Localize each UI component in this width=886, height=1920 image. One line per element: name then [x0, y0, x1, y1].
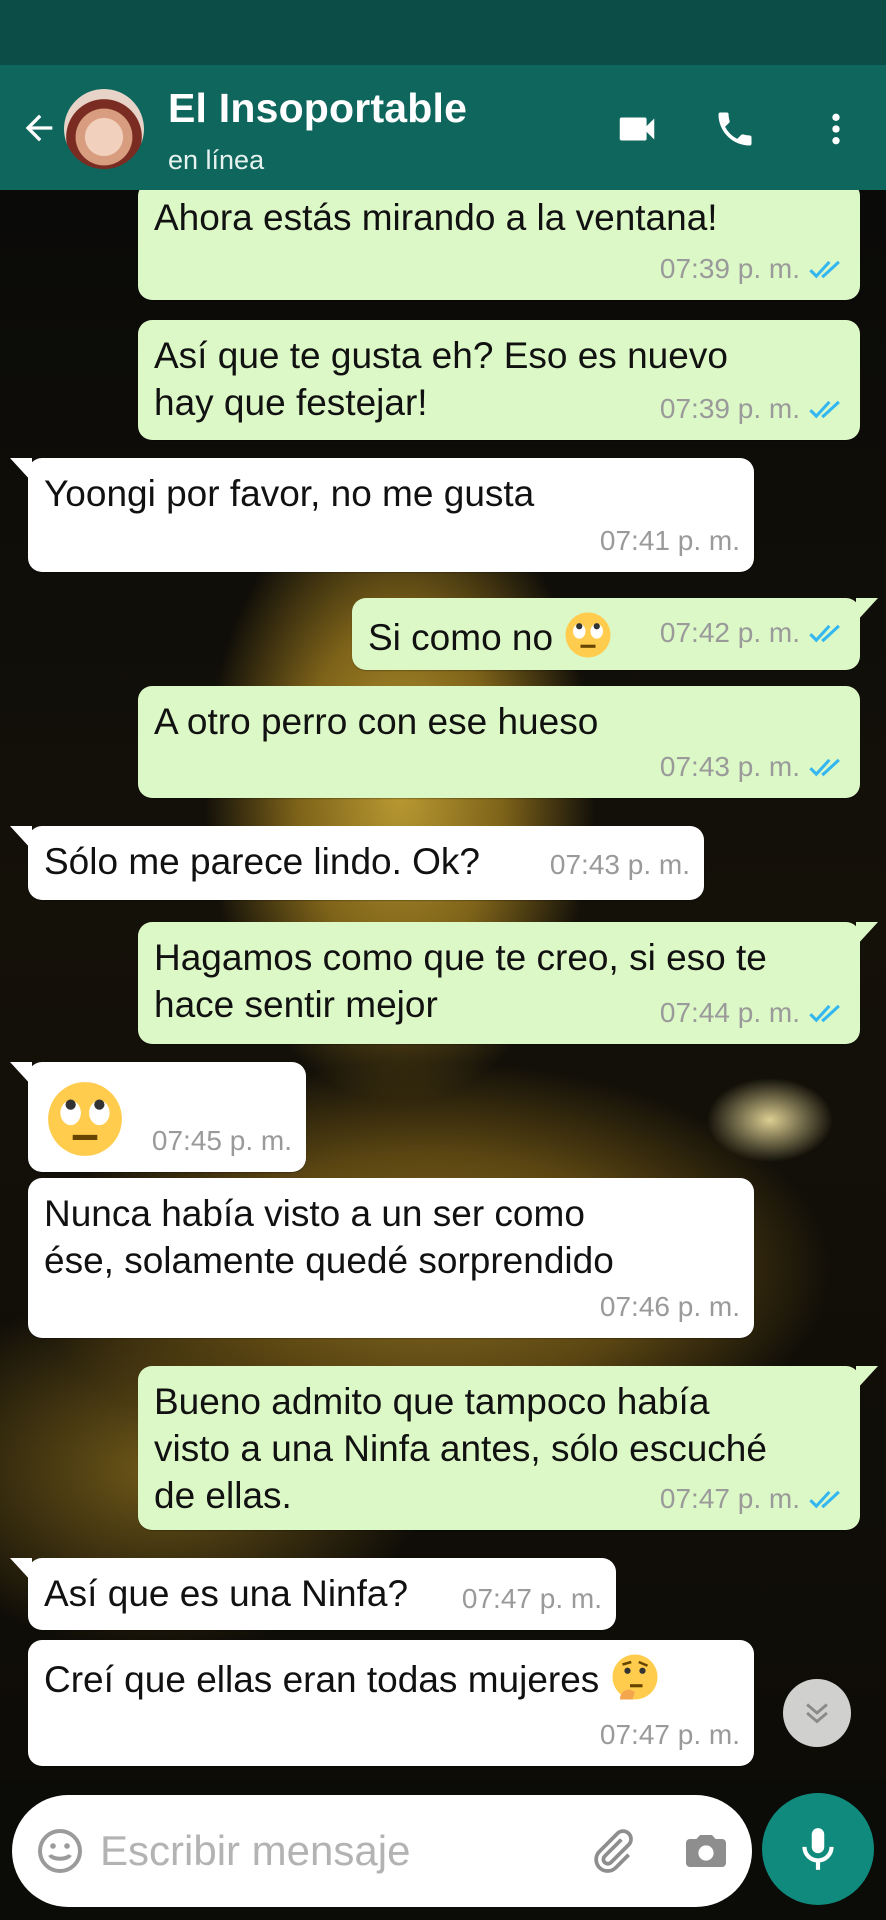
message-time: 07:39 p. m. [659, 253, 800, 284]
message-time: 07:39 p. m. [659, 393, 800, 424]
message-meta: 07:47 p. m. [660, 1475, 846, 1522]
message-time: 07:46 p. m. [599, 1291, 740, 1322]
message-bubble[interactable]: Si como no 07:42 p. m. [352, 598, 878, 670]
message-text-content: Creí que ellas eran todas mujeres [44, 1659, 600, 1700]
chat-wallpaper: Ahora estás mirando a la ventana! 07:39 … [0, 190, 886, 1780]
read-ticks-icon [809, 260, 840, 278]
message-bubble[interactable]: Sólo me parece lindo. Ok? 07:43 p. m. [10, 826, 704, 900]
thinking-emoji-icon [612, 1654, 658, 1700]
rolling-eyes-emoji-icon [48, 1082, 122, 1156]
message-bubble[interactable]: Creí que ellas eran todas mujeres 07:47 … [28, 1640, 754, 1766]
arrow-left-icon [25, 114, 53, 142]
read-ticks-icon [809, 400, 840, 418]
double-chevron-down-icon [806, 1703, 828, 1724]
message-meta: 07:43 p. m. [550, 841, 690, 888]
message-meta: 07:47 p. m. [462, 1575, 602, 1622]
voice-call-button[interactable] [705, 103, 765, 155]
chat-header: El Insoportable en línea [0, 65, 886, 190]
message-text: A otro perro con ese hueso [154, 701, 599, 742]
message-meta: 07:43 p. m. [660, 743, 846, 790]
menu-button[interactable] [806, 103, 866, 155]
message-meta: 07:41 p. m. [600, 517, 740, 564]
message-time: 07:47 p. m. [659, 1483, 800, 1514]
video-camera-icon [619, 117, 655, 141]
message-meta: 07:39 p. m. [660, 385, 846, 432]
scroll-to-bottom-button[interactable] [783, 1679, 851, 1747]
message-text: Nunca había visto a un ser como ése, sol… [44, 1193, 614, 1281]
message-meta: 07:47 p. m. [600, 1711, 740, 1758]
status-bar [0, 0, 886, 65]
read-ticks-icon [809, 624, 840, 642]
message-meta: 07:46 p. m. [600, 1283, 740, 1330]
message-text: Yoongi por favor, no me gusta [44, 473, 535, 514]
message-input[interactable] [100, 1817, 570, 1885]
message-bubble[interactable]: Hagamos como que te creo, si eso te hace… [138, 922, 878, 1044]
message-time: 07:43 p. m. [659, 751, 800, 782]
read-ticks-icon [809, 1004, 840, 1022]
message-meta: 07:44 p. m. [660, 989, 846, 1036]
phone-icon [718, 112, 752, 146]
message-meta: 07:45 p. m. [152, 1117, 292, 1164]
video-call-button[interactable] [607, 103, 667, 155]
smiley-icon [38, 1829, 82, 1873]
more-vertical-icon [832, 113, 840, 145]
message-time: 07:43 p. m. [549, 849, 690, 880]
avatar[interactable] [64, 89, 144, 169]
message-meta: 07:42 p. m. [660, 609, 846, 656]
message-time: 07:41 p. m. [599, 525, 740, 556]
message-bubble[interactable]: Nunca había visto a un ser como ése, sol… [28, 1178, 754, 1338]
message-bubble[interactable]: Bueno admito que tampoco había visto a u… [138, 1366, 878, 1530]
message-bubble[interactable]: Así que te gusta eh? Eso es nuevo hay qu… [138, 320, 860, 440]
message-bubble[interactable]: Yoongi por favor, no me gusta 07:41 p. m… [10, 458, 754, 572]
message-time: 07:47 p. m. [461, 1583, 602, 1614]
paperclip-icon [594, 1829, 633, 1873]
message-text-content: Si como no [368, 617, 554, 658]
back-button[interactable] [14, 100, 64, 156]
message-bubble[interactable]: Así que es una Ninfa? 07:47 p. m. [10, 1558, 616, 1630]
message-time: 07:47 p. m. [599, 1719, 740, 1750]
read-ticks-icon [809, 1490, 840, 1508]
contact-name[interactable]: El Insoportable [168, 85, 467, 132]
message-bubble[interactable]: Ahora estás mirando a la ventana! 07:39 … [138, 190, 860, 300]
message-text: Ahora estás mirando a la ventana! [154, 197, 718, 238]
message-bubble[interactable]: 07:45 p. m. [10, 1062, 306, 1172]
message-time: 07:42 p. m. [659, 617, 800, 648]
read-ticks-icon [809, 758, 840, 776]
message-meta: 07:39 p. m. [660, 245, 846, 292]
rolling-eyes-emoji-icon [565, 612, 611, 658]
message-bubble[interactable]: A otro perro con ese hueso 07:43 p. m. [138, 686, 860, 798]
attach-button[interactable] [582, 1823, 642, 1879]
emoji-button[interactable] [34, 1825, 86, 1877]
message-text: Creí que ellas eran todas mujeres [44, 1652, 738, 1703]
message-time: 07:44 p. m. [659, 997, 800, 1028]
message-time: 07:45 p. m. [151, 1125, 292, 1156]
camera-button[interactable] [676, 1823, 736, 1879]
message-composer [12, 1795, 752, 1907]
camera-icon [686, 1835, 726, 1867]
voice-record-button[interactable] [762, 1793, 874, 1905]
contact-status: en línea [168, 145, 265, 175]
microphone-icon [802, 1828, 834, 1870]
